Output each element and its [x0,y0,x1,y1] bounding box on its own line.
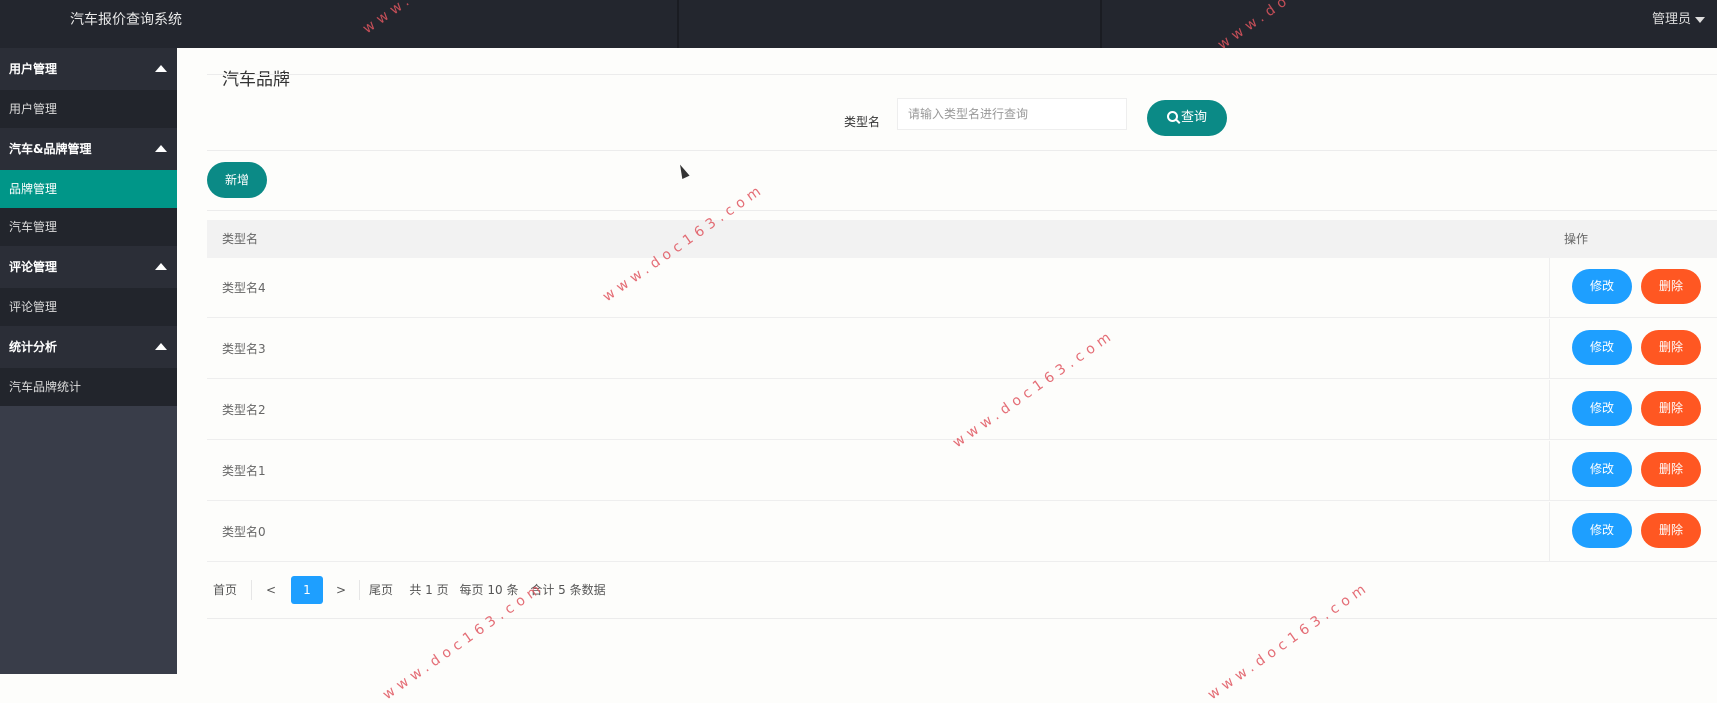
cell-divider [1549,319,1550,379]
row-name: 类型名0 [222,525,266,539]
divider [207,618,1717,619]
sidebar-group-label: 评论管理 [9,260,58,274]
row-name: 类型名3 [222,342,266,356]
sidebar-item-user-management[interactable]: 用户管理 [0,90,177,128]
search-icon [1166,111,1178,122]
delete-button[interactable]: 删除 [1641,391,1701,426]
page-title: 汽车品牌 [222,70,290,90]
row-name: 类型名2 [222,403,266,417]
sidebar: 用户管理 用户管理 汽车&品牌管理 品牌管理 汽车管理 评论管理 评论管理 统计… [0,48,177,674]
table-row: 类型名1 修改 删除 [207,441,1717,501]
table-row: 类型名3 修改 删除 [207,319,1717,379]
current-page-button[interactable]: 1 [291,576,323,604]
sidebar-item-brand-management[interactable]: 品牌管理 [0,170,177,208]
caret-up-icon [155,343,167,350]
total-pages: 共 1 页 [409,583,449,597]
cell-divider [1549,441,1550,501]
pager-divider [359,580,360,600]
column-header-name: 类型名 [222,232,259,246]
last-page-button[interactable]: 尾页 [363,576,399,604]
divider [207,210,1717,211]
edit-button[interactable]: 修改 [1572,269,1632,304]
column-header-ops: 操作 [1564,232,1589,246]
sidebar-item-car-management[interactable]: 汽车管理 [0,208,177,246]
next-page-button[interactable]: > [329,576,353,604]
row-name: 类型名1 [222,464,266,478]
user-menu-label: 管理员 [1651,12,1691,27]
delete-button[interactable]: 删除 [1641,330,1701,365]
prev-page-button[interactable]: < [259,576,283,604]
caret-up-icon [155,65,167,72]
edit-button[interactable]: 修改 [1572,330,1632,365]
search-label: 类型名 [844,115,881,129]
topbar-divider [677,0,679,48]
topbar-divider [1100,0,1102,48]
caret-down-icon [1695,16,1705,23]
main-content: 汽车品牌 类型名 请输入类型名进行查询 查询 新增 类型名 操作 类型名4 修改… [177,48,1717,674]
sidebar-group-label: 用户管理 [9,62,58,76]
cell-divider [1549,502,1550,562]
sidebar-group-comment[interactable]: 评论管理 [0,246,177,288]
table-row: 类型名0 修改 删除 [207,502,1717,562]
sidebar-item-comment-management[interactable]: 评论管理 [0,288,177,326]
edit-button[interactable]: 修改 [1572,391,1632,426]
delete-button[interactable]: 删除 [1641,513,1701,548]
sidebar-item-brand-statistics[interactable]: 汽车品牌统计 [0,368,177,406]
pager-divider [251,580,252,600]
edit-button[interactable]: 修改 [1572,452,1632,487]
search-input[interactable]: 请输入类型名进行查询 [897,98,1127,130]
caret-up-icon [155,145,167,152]
first-page-button[interactable]: 首页 [207,576,243,604]
query-button[interactable]: 查询 [1147,100,1227,136]
table-row: 类型名4 修改 删除 [207,258,1717,318]
user-menu[interactable]: 管理员 [1652,0,1705,40]
top-bar: 汽车报价查询系统 管理员 [0,0,1717,48]
app-title: 汽车报价查询系统 [70,12,182,28]
sidebar-group-user[interactable]: 用户管理 [0,48,177,90]
edit-button[interactable]: 修改 [1572,513,1632,548]
cell-divider [1549,258,1550,318]
divider [207,74,1717,75]
sidebar-group-car-brand[interactable]: 汽车&品牌管理 [0,128,177,170]
delete-button[interactable]: 删除 [1641,269,1701,304]
divider [207,150,1717,151]
row-name: 类型名4 [222,281,266,295]
table-header: 类型名 操作 [207,220,1717,258]
query-button-label: 查询 [1180,110,1207,125]
sidebar-group-label: 汽车&品牌管理 [9,142,92,156]
delete-button[interactable]: 删除 [1641,452,1701,487]
sidebar-group-label: 统计分析 [9,340,58,354]
sidebar-group-statistics[interactable]: 统计分析 [0,326,177,368]
cell-divider [1549,380,1550,440]
caret-up-icon [155,263,167,270]
add-button[interactable]: 新增 [207,162,267,198]
